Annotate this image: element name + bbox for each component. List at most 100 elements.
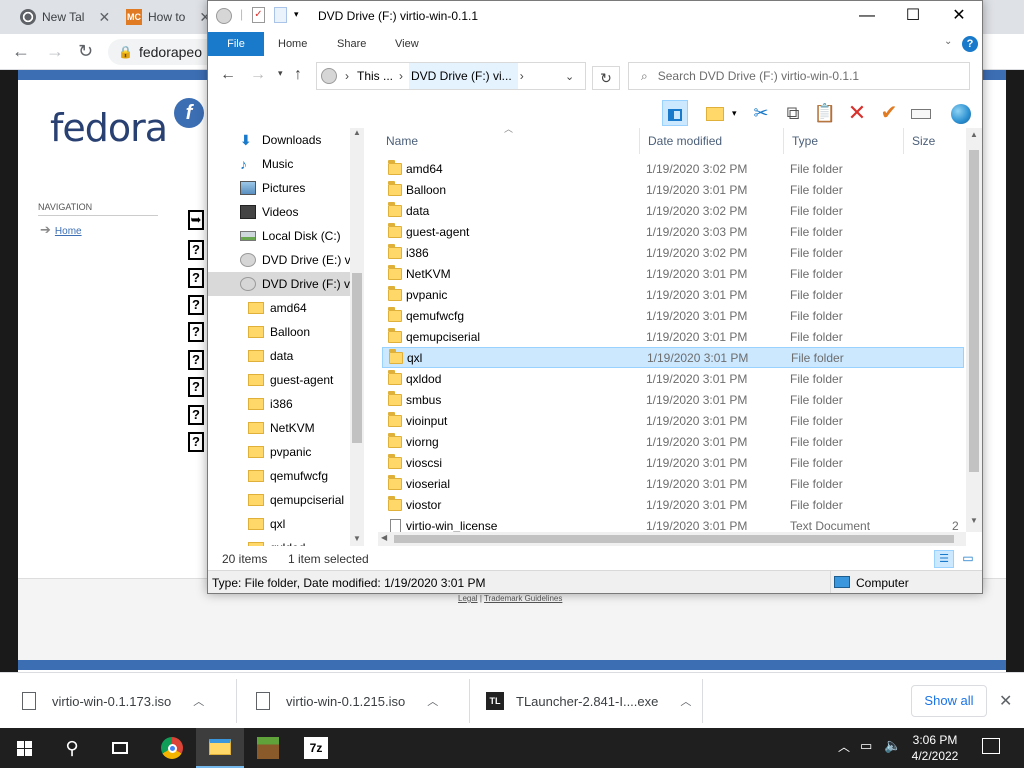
download-item[interactable]: TL TLauncher-2.841-I....exe ︿ <box>486 681 691 721</box>
nav-item-videos[interactable]: Videos <box>208 200 350 224</box>
nav-item-qxldod[interactable]: qxldod <box>208 536 350 546</box>
nav-item-guest-agent[interactable]: guest-agent <box>208 368 350 392</box>
nav-item-local-disk[interactable]: Local Disk (C:) <box>208 224 350 248</box>
new-folder-icon[interactable] <box>274 7 287 23</box>
taskbar-search-button[interactable]: ⚲ <box>48 728 96 768</box>
up-arrow-icon[interactable]: ↑ <box>294 66 302 84</box>
back-arrow-icon[interactable]: ← <box>12 41 30 61</box>
nav-item-pvpanic[interactable]: pvpanic <box>208 440 350 464</box>
volume-icon[interactable]: 🔈 <box>884 737 901 754</box>
file-row[interactable]: qxldod 1/19/2020 3:01 PM File folder <box>382 368 964 389</box>
title-bar[interactable]: | ✓ ▾ DVD Drive (F:) virtio-win-0.1.1 — … <box>208 1 982 32</box>
tab-share[interactable]: Share <box>337 32 366 56</box>
file-row[interactable]: data 1/19/2020 3:02 PM File folder <box>382 200 964 221</box>
copy-icon[interactable]: ⧉ <box>780 100 806 126</box>
cut-icon[interactable]: ✂ <box>748 100 774 126</box>
search-box[interactable]: ⌕ Search DVD Drive (F:) virtio-win-0.1.1 <box>628 62 970 90</box>
file-row[interactable]: qemupciserial 1/19/2020 3:01 PM File folde… <box>382 326 964 347</box>
close-downloads-icon[interactable]: ✕ <box>999 691 1012 711</box>
tab-home[interactable]: Home <box>278 32 307 56</box>
file-scroll-thumb[interactable] <box>969 150 979 472</box>
file-row[interactable]: amd64 1/19/2020 3:02 PM File folder <box>382 158 964 179</box>
nav-pane-scrollbar[interactable]: ▲ ▼ <box>350 128 364 546</box>
column-header-type[interactable]: Type <box>784 128 904 154</box>
scroll-left-icon[interactable]: ◀ <box>381 533 387 542</box>
properties-icon[interactable]: ✓ <box>252 7 265 23</box>
column-header-date[interactable]: Date modified <box>640 128 784 154</box>
breadcrumb-this-pc[interactable]: This ... <box>357 69 393 83</box>
nav-item-music[interactable]: ♪ Music <box>208 152 350 176</box>
scroll-down-icon[interactable]: ▼ <box>353 534 361 543</box>
breadcrumb-dvd-drive[interactable]: DVD Drive (F:) vi... <box>409 63 518 89</box>
globe-icon[interactable] <box>948 100 974 126</box>
nav-item-dvd-f[interactable]: DVD Drive (F:) vi <box>208 272 350 296</box>
nav-item-qxl[interactable]: qxl <box>208 512 350 536</box>
reload-icon[interactable]: ↻ <box>78 41 93 61</box>
address-bar[interactable]: 🔒 fedorapeo <box>108 39 218 65</box>
nav-item-qemupciserial[interactable]: qemupciserial <box>208 488 350 512</box>
rename-icon[interactable] <box>908 100 934 126</box>
tab-view[interactable]: View <box>395 32 419 56</box>
file-row[interactable]: qxl 1/19/2020 3:01 PM File folder <box>382 347 964 368</box>
chevron-up-icon[interactable]: ︿ <box>427 693 438 709</box>
taskbar-chrome[interactable] <box>148 728 196 768</box>
forward-arrow-icon[interactable]: → <box>46 41 64 61</box>
address-bar[interactable]: › This ... › DVD Drive (F:) vi... › ⌄ <box>316 62 586 90</box>
file-row[interactable]: pvpanic 1/19/2020 3:01 PM File folder <box>382 284 964 305</box>
forward-arrow-icon[interactable]: → <box>250 66 266 84</box>
details-view-icon[interactable]: ☰ <box>934 550 954 568</box>
customize-qat-icon[interactable]: ▾ <box>294 9 299 20</box>
system-clock[interactable]: 3:06 PM 4/2/2022 <box>905 732 965 764</box>
file-row[interactable]: vioserial 1/19/2020 3:01 PM File folder <box>382 473 964 494</box>
tab-file[interactable]: File <box>208 32 264 56</box>
help-icon[interactable]: ? <box>962 36 978 52</box>
footer-trademark-link[interactable]: Trademark Guidelines <box>484 594 562 603</box>
address-dropdown-icon[interactable]: ⌄ <box>565 70 574 83</box>
scroll-up-icon[interactable]: ▲ <box>970 130 978 139</box>
nav-home-link[interactable]: ➔ Home <box>40 222 82 238</box>
ribbon-expand-icon[interactable]: ⌄ <box>944 36 952 47</box>
file-list-hscrollbar[interactable]: ◀ <box>378 532 966 546</box>
scroll-up-icon[interactable]: ▲ <box>353 128 361 137</box>
nav-item-netkvm[interactable]: NetKVM <box>208 416 350 440</box>
dropdown-arrow-icon[interactable]: ▾ <box>732 108 737 119</box>
chevron-up-icon[interactable]: ︿ <box>680 693 691 709</box>
download-item[interactable]: virtio-win-0.1.173.iso ︿ <box>22 681 204 721</box>
back-arrow-icon[interactable]: ← <box>220 66 236 84</box>
column-header-size[interactable]: Size <box>904 128 966 154</box>
refresh-icon[interactable]: ↻ <box>592 66 620 90</box>
file-list-scrollbar[interactable]: ▲ ▼ <box>966 128 982 532</box>
file-row[interactable]: vioscsi 1/19/2020 3:01 PM File folder <box>382 452 964 473</box>
nav-item-balloon[interactable]: Balloon <box>208 320 350 344</box>
check-icon[interactable]: ✔ <box>876 100 902 126</box>
notifications-icon[interactable] <box>982 738 1000 754</box>
column-header-name[interactable]: Name <box>378 128 640 154</box>
file-row[interactable]: qemufwcfg 1/19/2020 3:01 PM File folder <box>382 305 964 326</box>
taskbar-7zip[interactable]: 7z <box>292 728 340 768</box>
browser-tab-how-to[interactable]: MC How to ✕ <box>126 4 211 30</box>
large-icons-view-icon[interactable]: ▭ <box>958 550 978 568</box>
scroll-down-icon[interactable]: ▼ <box>970 516 978 525</box>
file-row[interactable]: smbus 1/19/2020 3:01 PM File folder <box>382 389 964 410</box>
paste-icon[interactable]: 📋 <box>812 100 838 126</box>
show-hidden-icons-icon[interactable]: ︿ <box>838 738 850 755</box>
preview-pane-icon[interactable] <box>662 100 688 126</box>
folder-options-icon[interactable] <box>702 100 728 126</box>
file-row[interactable]: vioinput 1/19/2020 3:01 PM File folder <box>382 410 964 431</box>
minimize-icon[interactable]: — <box>844 5 890 29</box>
nav-item-amd64[interactable]: amd64 <box>208 296 350 320</box>
nav-item-qemufwcfg[interactable]: qemufwcfg <box>208 464 350 488</box>
task-view-button[interactable] <box>96 728 144 768</box>
close-icon[interactable]: ✕ <box>936 5 982 29</box>
close-tab-icon[interactable]: ✕ <box>98 9 110 26</box>
file-row[interactable]: Balloon 1/19/2020 3:01 PM File folder <box>382 179 964 200</box>
nav-scroll-thumb[interactable] <box>352 273 362 443</box>
browser-tab-new-tab[interactable]: New Tal ✕ <box>20 4 110 30</box>
nav-item-downloads[interactable]: ⬇ Downloads <box>208 128 350 152</box>
nav-item-dvd-e[interactable]: DVD Drive (E:) vi <box>208 248 350 272</box>
delete-icon[interactable]: ✕ <box>844 100 870 126</box>
maximize-icon[interactable]: ☐ <box>890 5 936 29</box>
network-icon[interactable]: ▭ <box>860 738 872 754</box>
nav-item-pictures[interactable]: Pictures <box>208 176 350 200</box>
nav-item-data[interactable]: data <box>208 344 350 368</box>
